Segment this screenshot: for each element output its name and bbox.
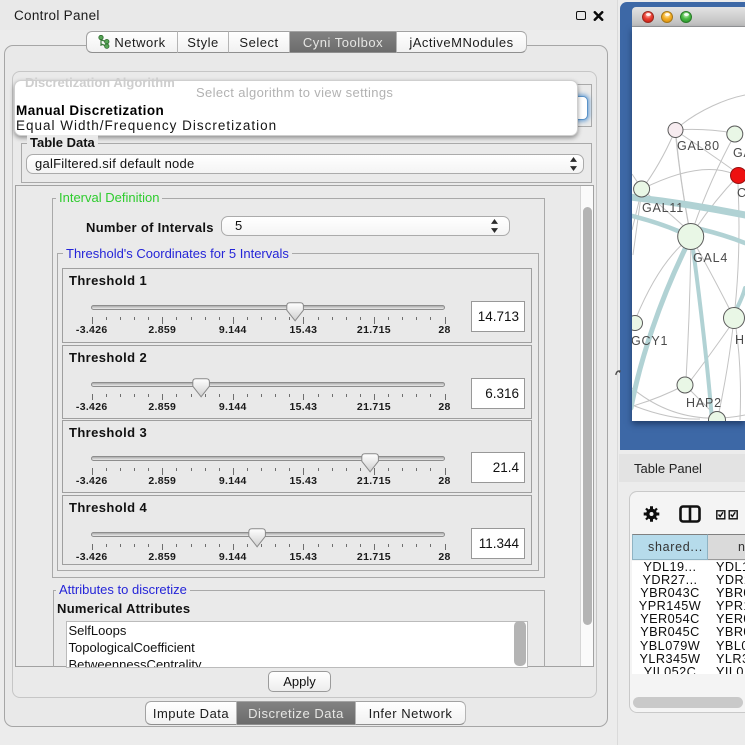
svg-text:HAP2: HAP2 bbox=[686, 396, 722, 410]
svg-text:GAL80: GAL80 bbox=[677, 139, 720, 153]
svg-text:GCY1: GCY1 bbox=[632, 334, 668, 348]
svg-text:HB...: HB... bbox=[735, 333, 745, 347]
svg-text:GAL...: GAL... bbox=[733, 146, 745, 160]
svg-text:GAL4: GAL4 bbox=[693, 251, 728, 265]
svg-text:GAL11: GAL11 bbox=[642, 201, 684, 215]
svg-text:C...: C... bbox=[737, 186, 745, 200]
